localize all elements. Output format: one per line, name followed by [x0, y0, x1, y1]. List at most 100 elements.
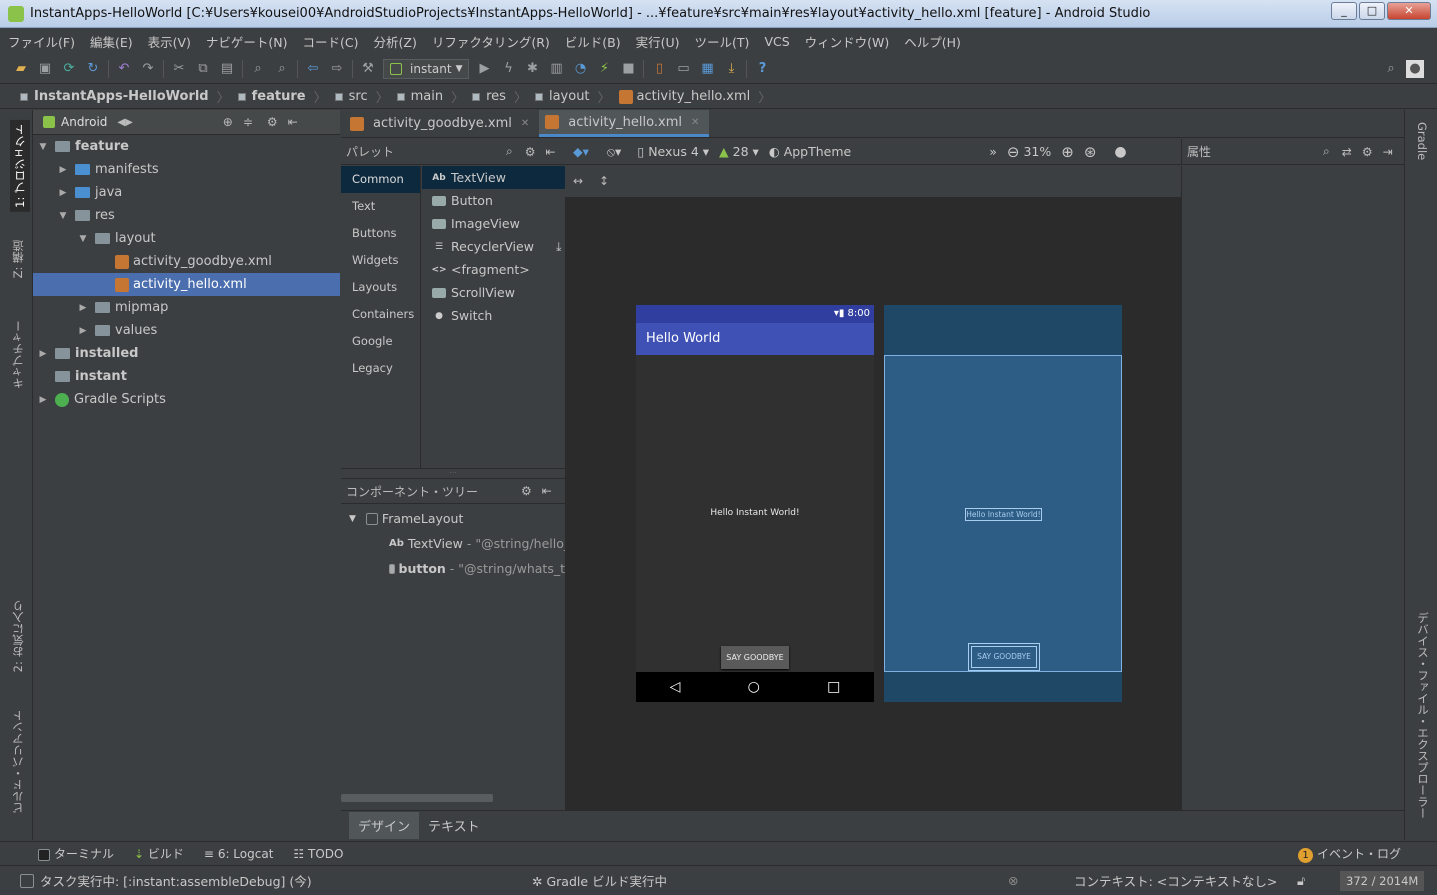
resize-vertical-icon[interactable]: ↕	[599, 174, 609, 188]
captures-tool-tab[interactable]: キャプチャー	[10, 320, 26, 389]
tree-item[interactable]: ▶ installed	[33, 342, 340, 365]
palette-category[interactable]: Buttons	[341, 220, 420, 247]
palette-category[interactable]: Google	[341, 328, 420, 355]
overflow-icon[interactable]: »	[989, 144, 997, 159]
user-avatar-icon[interactable]: ●	[1406, 59, 1424, 78]
device-select[interactable]: ▯ Nexus 4 ▾	[637, 144, 709, 159]
search-icon[interactable]: ⌕	[1323, 144, 1330, 159]
hide-panel-icon[interactable]: ⇥	[1383, 145, 1393, 159]
expand-arrow-icon[interactable]: ▼	[77, 234, 89, 244]
menu-tools[interactable]: ツール(T)	[695, 32, 750, 51]
project-view-select[interactable]: Android	[61, 115, 107, 129]
hide-panel-icon[interactable]: ⇤	[288, 115, 298, 129]
favorites-tool-tab[interactable]: 2: お気に入り	[10, 600, 26, 672]
menu-analyze[interactable]: 分析(Z)	[374, 32, 417, 51]
palette-item[interactable]: ScrollView	[422, 281, 565, 304]
download-icon[interactable]: ⤓	[556, 239, 562, 255]
resize-horizontal-icon[interactable]: ↔	[573, 174, 583, 188]
settings-gear-icon[interactable]: ⚙	[1362, 145, 1373, 159]
palette-category[interactable]: Text	[341, 193, 420, 220]
zoom-fit-icon[interactable]: ⊛	[1084, 143, 1097, 161]
tree-node-button[interactable]: button - "@string/whats_t	[341, 556, 565, 581]
project-tool-tab[interactable]: 1: プロジェクト	[10, 120, 30, 212]
view-switch-icon[interactable]: ◀▶	[117, 117, 132, 128]
palette-item[interactable]: ☰ RecyclerView ⤓	[422, 235, 565, 258]
tree-item[interactable]: ▼ layout	[33, 227, 340, 250]
breadcrumb-src[interactable]: src 〉	[334, 87, 389, 106]
terminal-tab[interactable]: ターミナル	[38, 845, 114, 862]
build-tab[interactable]: ⇣ ビルド	[134, 845, 184, 862]
help-icon[interactable]: ?	[753, 60, 771, 78]
download-sdk-icon[interactable]: ⤓	[722, 60, 740, 78]
menu-help[interactable]: ヘルプ(H)	[904, 32, 961, 51]
lock-icon[interactable]: 🔓︎	[1297, 873, 1305, 889]
toggle-tool-windows-icon[interactable]	[20, 873, 34, 888]
menu-build[interactable]: ビルド(B)	[565, 32, 621, 51]
settings-gear-icon[interactable]: ⚙	[525, 145, 536, 159]
menu-code[interactable]: コード(C)	[303, 32, 359, 51]
tab-text[interactable]: テキスト	[419, 812, 489, 839]
blueprint-say-goodbye-button[interactable]: SAY GOODBYE	[968, 643, 1040, 671]
palette-category[interactable]: Containers	[341, 301, 420, 328]
breadcrumb-file[interactable]: activity_hello.xml 〉	[618, 87, 771, 106]
sync-icon[interactable]: ⟳	[60, 60, 78, 78]
event-log-tab[interactable]: 1 イベント・ログ	[1298, 845, 1401, 863]
palette-category[interactable]: Widgets	[341, 247, 420, 274]
collapse-arrow-icon[interactable]: ▶	[57, 165, 69, 175]
avd-manager-icon[interactable]: ▯	[650, 60, 668, 78]
swap-view-icon[interactable]: ⇄	[1342, 145, 1352, 159]
hello-textview[interactable]: Hello Instant World!	[636, 508, 874, 518]
redo-icon[interactable]: ↷	[139, 60, 157, 78]
tree-item[interactable]: activity_goodbye.xml	[33, 250, 340, 273]
close-tab-icon[interactable]: ✕	[691, 117, 699, 128]
refresh-icon[interactable]: ↻	[84, 60, 102, 78]
menu-run[interactable]: 実行(U)	[636, 32, 680, 51]
tree-item[interactable]: ▶ mipmap	[33, 296, 340, 319]
design-surface-icon[interactable]: ◆▾	[573, 144, 589, 159]
forward-icon[interactable]: ⇨	[328, 60, 346, 78]
tree-node-textview[interactable]: Ab TextView - "@string/hello_	[341, 531, 565, 556]
tab-activity-goodbye[interactable]: activity_goodbye.xml ✕	[344, 110, 539, 137]
api-select[interactable]: ▲ 28 ▾	[719, 144, 759, 159]
collapse-arrow-icon[interactable]: ▶	[37, 349, 49, 359]
context-status[interactable]: コンテキスト: <コンテキストなし>	[1074, 871, 1277, 890]
zoom-out-icon[interactable]: ⊖	[1007, 143, 1020, 161]
undo-icon[interactable]: ↶	[115, 60, 133, 78]
menu-navigate[interactable]: ナビゲート(N)	[206, 32, 288, 51]
warning-icon[interactable]: ●	[1114, 144, 1126, 160]
tab-design[interactable]: デザイン	[349, 812, 420, 839]
search-icon[interactable]: ⌕	[506, 144, 513, 159]
zoom-in-icon[interactable]: ⊕	[1061, 143, 1074, 161]
palette-category[interactable]: Common	[341, 166, 420, 193]
tree-item[interactable]: ▶ values	[33, 319, 340, 342]
cut-icon[interactable]: ✂	[170, 60, 188, 78]
menu-refactor[interactable]: リファクタリング(R)	[432, 32, 550, 51]
breadcrumb-project[interactable]: InstantApps-HelloWorld 〉	[20, 87, 230, 106]
todo-tab[interactable]: ☷ TODO	[293, 847, 343, 861]
logcat-tab[interactable]: ≡ 6: Logcat	[204, 847, 273, 861]
palette-item[interactable]: Ab TextView	[422, 166, 565, 189]
apply-code-changes-icon[interactable]: ⚡	[595, 60, 613, 78]
debug-icon[interactable]: ✱	[523, 60, 541, 78]
palette-splitter[interactable]: ⋯	[341, 468, 565, 478]
orientation-icon[interactable]: ⦸▾	[607, 144, 621, 160]
palette-item[interactable]: <> <fragment>	[422, 258, 565, 281]
menu-file[interactable]: ファイル(F)	[8, 32, 75, 51]
hide-panel-icon[interactable]: ⇤	[546, 145, 556, 159]
palette-category[interactable]: Legacy	[341, 355, 420, 382]
blueprint-hello-textview[interactable]: Hello Instant World!	[965, 508, 1042, 521]
tree-item[interactable]: instant	[33, 365, 340, 388]
device-file-explorer-tab[interactable]: デバイス・ファイル・エクスプローラー	[1415, 612, 1431, 819]
palette-item[interactable]: ● Switch	[422, 304, 565, 327]
breadcrumb-feature[interactable]: feature 〉	[237, 87, 327, 106]
palette-item[interactable]: ImageView	[422, 212, 565, 235]
palette-category[interactable]: Layouts	[341, 274, 420, 301]
close-button[interactable]: ✕	[1387, 2, 1431, 20]
expand-arrow-icon[interactable]: ▼	[349, 514, 356, 524]
menu-vcs[interactable]: VCS	[764, 34, 789, 49]
collapse-arrow-icon[interactable]: ▶	[77, 303, 89, 313]
scroll-from-source-icon[interactable]: ⊕	[223, 115, 233, 129]
menu-window[interactable]: ウィンドウ(W)	[805, 32, 890, 51]
open-folder-icon[interactable]: ▰	[12, 60, 30, 78]
collapse-all-icon[interactable]: ≑	[243, 115, 253, 129]
